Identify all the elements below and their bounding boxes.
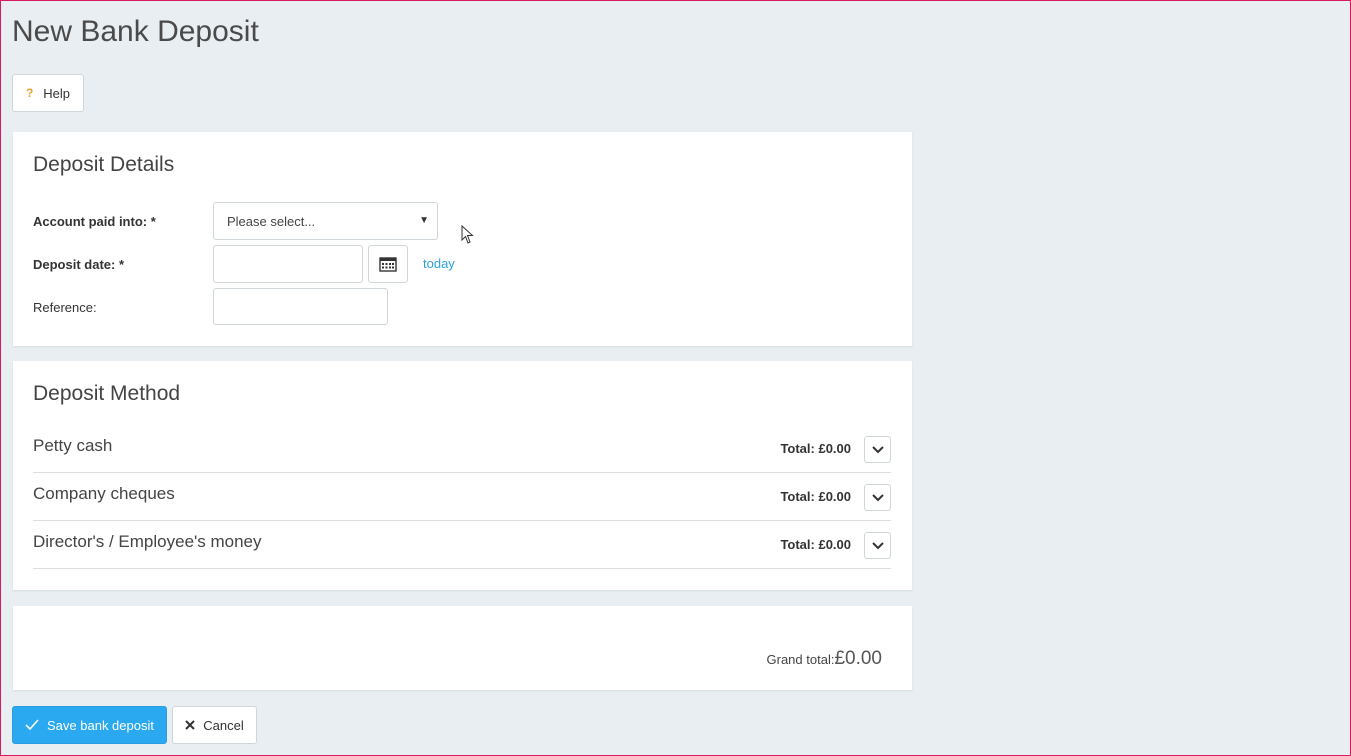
expand-petty-cash-button[interactable] bbox=[864, 436, 891, 463]
chevron-down-icon bbox=[871, 541, 884, 549]
account-select-value: Please select... bbox=[227, 214, 316, 229]
account-label: Account paid into: * bbox=[33, 214, 156, 229]
page-title: New Bank Deposit bbox=[12, 15, 259, 48]
reference-input[interactable] bbox=[213, 288, 388, 325]
help-button[interactable]: ? Help bbox=[12, 74, 84, 112]
save-label: Save bank deposit bbox=[47, 717, 154, 733]
method-label: Petty cash bbox=[33, 436, 113, 455]
mouse-cursor-icon bbox=[461, 225, 474, 244]
grand-total-value: £0.00 bbox=[834, 648, 882, 669]
method-total: Total: £0.00 bbox=[780, 441, 851, 456]
deposit-date-input[interactable] bbox=[213, 245, 363, 283]
account-select[interactable]: Please select... ▼ bbox=[213, 202, 438, 240]
check-icon bbox=[25, 719, 39, 731]
expand-company-cheques-button[interactable] bbox=[864, 484, 891, 511]
deposit-method-heading: Deposit Method bbox=[33, 382, 181, 405]
calendar-icon bbox=[379, 257, 397, 272]
deposit-method-panel: Deposit Method Petty cash Total: £0.00 C… bbox=[13, 361, 912, 590]
date-label: Deposit date: * bbox=[33, 257, 125, 272]
method-total: Total: £0.00 bbox=[780, 537, 851, 552]
method-label: Director's / Employee's money bbox=[33, 532, 262, 551]
expand-employee-money-button[interactable] bbox=[864, 532, 891, 559]
method-total: Total: £0.00 bbox=[780, 489, 851, 504]
question-icon: ? bbox=[25, 86, 34, 100]
cancel-button[interactable]: Cancel bbox=[172, 706, 257, 744]
method-row-company-cheques: Company cheques Total: £0.00 bbox=[33, 473, 891, 521]
save-bank-deposit-button[interactable]: Save bank deposit bbox=[12, 706, 167, 744]
grand-total: Grand total:£0.00 bbox=[767, 648, 882, 670]
summary-panel: Grand total:£0.00 bbox=[13, 606, 912, 690]
deposit-details-heading: Deposit Details bbox=[33, 153, 175, 176]
calendar-button[interactable] bbox=[368, 245, 408, 283]
today-link[interactable]: today bbox=[423, 256, 455, 271]
chevron-down-icon bbox=[871, 493, 884, 501]
reference-label: Reference: bbox=[33, 300, 97, 315]
method-row-employee-money: Director's / Employee's money Total: £0.… bbox=[33, 521, 891, 569]
caret-down-icon: ▼ bbox=[419, 215, 429, 226]
method-label: Company cheques bbox=[33, 484, 175, 503]
cancel-label: Cancel bbox=[203, 717, 244, 733]
grand-total-label: Grand total: bbox=[766, 652, 835, 667]
close-icon bbox=[185, 720, 195, 730]
method-row-petty-cash: Petty cash Total: £0.00 bbox=[33, 425, 891, 473]
chevron-down-icon bbox=[871, 445, 884, 453]
help-label: Help bbox=[43, 85, 71, 101]
